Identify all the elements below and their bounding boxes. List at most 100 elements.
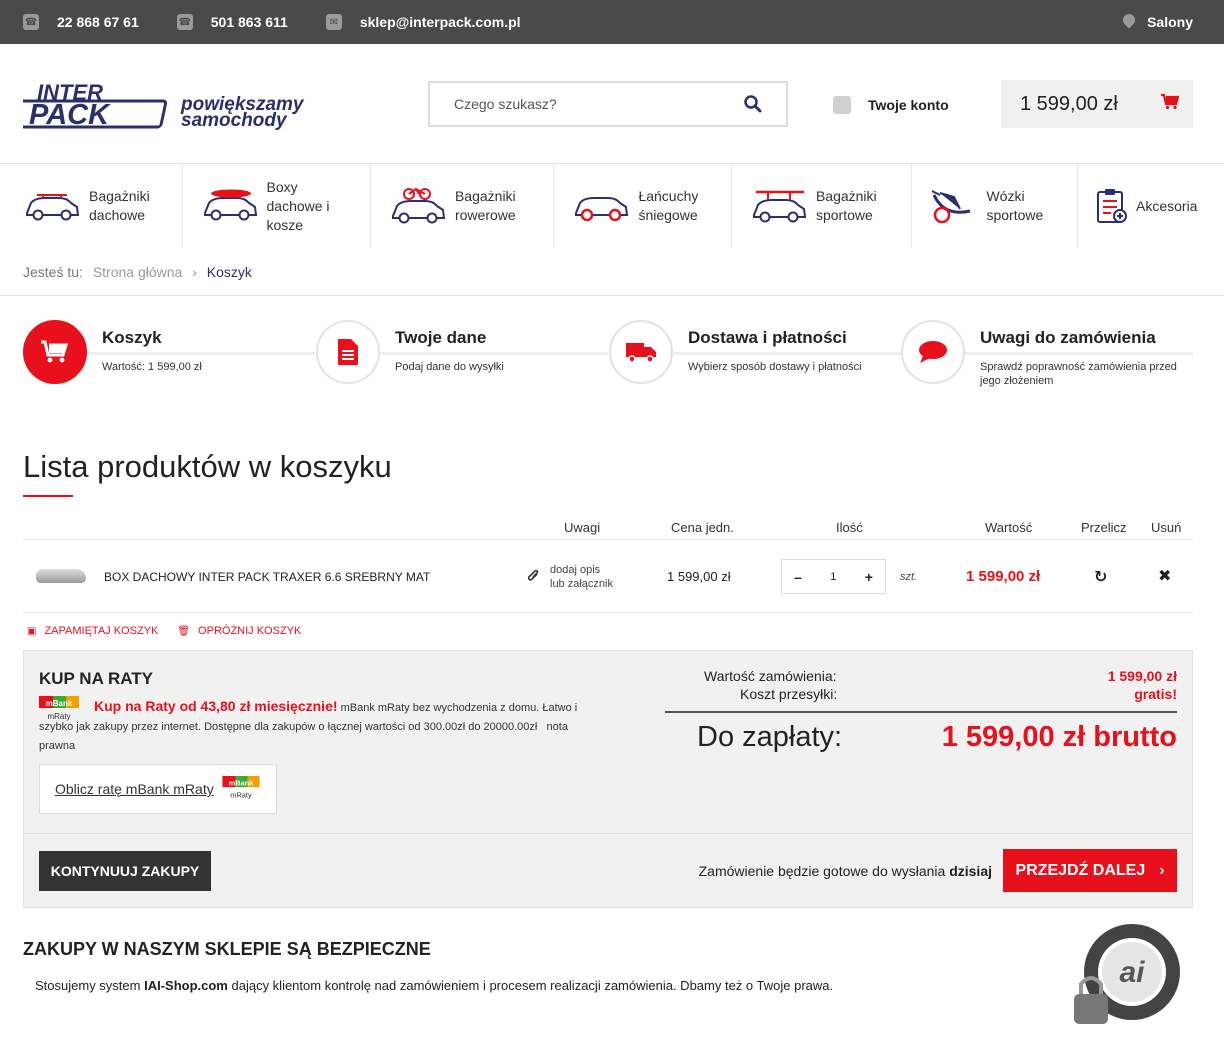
unit-price: 1 599,00 zł <box>667 569 731 584</box>
order-value-label: Wartość zamówienia: <box>704 668 837 684</box>
svg-text:ai: ai <box>1119 956 1145 989</box>
search-input[interactable]: Czego szukasz? <box>428 81 788 127</box>
phone-icon: ☎ <box>176 14 193 30</box>
svg-text:mRaty: mRaty <box>230 790 252 799</box>
cat-label: Wózki <box>986 188 1025 204</box>
document-icon <box>316 320 380 384</box>
speech-bubble-icon <box>901 320 965 384</box>
email-link[interactable]: ✉ sklep@interpack.com.pl <box>325 14 521 30</box>
step-title: Dostawa i płatności <box>688 328 855 348</box>
step-title: Koszyk <box>102 328 170 348</box>
truck-icon <box>609 320 673 384</box>
raty-description: Kup na Raty od 43,80 zł miesięcznie! mBa… <box>39 697 579 756</box>
cart-icon <box>1146 93 1193 115</box>
category-lancuchy-sniegowe[interactable]: Łańcuchy śniegowe <box>572 164 732 248</box>
table-row: BOX DACHOWY INTER PACK TRAXER 6.6 SREBRN… <box>23 541 1193 613</box>
cat-label: sportowe <box>986 207 1044 223</box>
shipping-label: Koszt przesyłki: <box>740 686 838 702</box>
quantity-value[interactable]: 1 <box>830 571 836 583</box>
category-wozki-sportowe[interactable]: Wózki sportowe <box>930 164 1078 248</box>
cat-label: dachowe <box>89 207 146 223</box>
step-dostawa[interactable]: Dostawa i płatności Wybierz sposób dosta… <box>609 320 901 400</box>
plus-button[interactable]: + <box>865 569 873 585</box>
step-twoje-dane[interactable]: Twoje dane Podaj dane do wysyłki <box>316 320 608 400</box>
step-uwagi[interactable]: Uwagi do zamówienia Sprawdź poprawność z… <box>901 320 1193 400</box>
category-bagazniki-dachowe[interactable]: Bagażniki dachowe <box>23 164 183 248</box>
step-subtitle: Podaj dane do wysyłki <box>395 361 504 373</box>
table-header: Uwagi Cena jedn. Ilość Wartość Przelicz … <box>23 518 1193 540</box>
account-label: Twoje konto <box>868 97 949 113</box>
breadcrumb-prefix: Jesteś tu: <box>23 264 83 280</box>
step-koszyk[interactable]: Koszyk Wartość: 1 599,00 zł <box>23 320 315 400</box>
cat-label: Bagażniki <box>454 188 516 204</box>
logo-slogan-2: samochody <box>181 110 288 130</box>
save-cart-label: ZAPAMIĘTAJ KOSZYK <box>44 625 159 637</box>
header-przelicz: Przelicz <box>1081 520 1127 535</box>
interpack-logo[interactable]: INTER PACK powiększamy samochody <box>23 78 353 130</box>
paperclip-icon <box>528 569 539 581</box>
sport-rack-car-icon <box>752 190 807 223</box>
minus-button[interactable]: – <box>794 569 802 585</box>
category-bagazniki-sportowe[interactable]: Bagażniki sportowe <box>750 164 913 248</box>
title-underline <box>23 495 73 497</box>
cat-label: Bagażniki <box>815 188 877 204</box>
phone2-link[interactable]: ☎ 501 863 611 <box>176 14 288 30</box>
step-line <box>965 352 1193 355</box>
account-link[interactable]: Twoje konto <box>833 96 949 114</box>
cat-label: Boxy <box>266 178 298 195</box>
page-title: Lista produktów w koszyku <box>23 449 392 484</box>
step-subtitle: Sprawdź poprawność zamówienia przed jego… <box>980 361 1177 387</box>
iai-shop-badge[interactable]: ai <box>1072 922 1182 1032</box>
category-bagazniki-rowerowe[interactable]: Bagażniki rowerowe <box>389 164 555 248</box>
summary-divider <box>665 711 1177 713</box>
map-pin-icon <box>1123 14 1135 30</box>
category-boxy-dachowe[interactable]: Boxy dachowe i kosze <box>201 164 371 248</box>
cat-label: Łańcuchy <box>638 188 699 204</box>
ready-label: Zamówienie będzie gotowe do wysłania <box>698 863 946 879</box>
close-icon[interactable]: ✖ <box>1158 566 1171 586</box>
step-line <box>380 352 608 355</box>
header-ilosc: Ilość <box>836 520 863 535</box>
save-cart-button[interactable]: ▣ ZAPAMIĘTAJ KOSZYK <box>27 625 158 637</box>
phone1-text: 22 868 67 61 <box>57 14 139 30</box>
category-nav: Bagażniki dachowe Boxy dachowe i kosze Baga… <box>0 164 1224 248</box>
calc-rate-button[interactable]: Oblicz ratę mBank mRaty mBank mRaty <box>39 764 277 814</box>
refresh-icon[interactable]: ↻ <box>1094 567 1107 587</box>
accessories-clipboard-icon <box>1097 189 1127 223</box>
product-name[interactable]: BOX DACHOWY INTER PACK TRAXER 6.6 SREBRN… <box>104 570 430 584</box>
search-icon[interactable] <box>744 95 762 113</box>
breadcrumb-home[interactable]: Strona główna <box>93 264 183 280</box>
step-line <box>673 352 901 355</box>
breadcrumb-current: Koszyk <box>206 264 252 280</box>
header-wartosc: Wartość <box>985 520 1033 535</box>
product-image[interactable] <box>36 569 86 583</box>
phone1-link[interactable]: ☎ 22 868 67 61 <box>23 14 139 30</box>
cart-button[interactable]: 1 599,00 zł <box>1001 80 1193 128</box>
chevron-right-icon: › <box>1159 861 1165 879</box>
clear-cart-button[interactable]: 🗑 OPRÓŻNIJ KOSZYK <box>177 625 301 637</box>
header-cena: Cena jedn. <box>671 520 734 535</box>
email-text: sklep@interpack.com.pl <box>359 14 521 30</box>
header-usun: Usuń <box>1151 520 1182 535</box>
safe-shopping-text: Stosujemy system IAI-Shop.com dający kli… <box>35 978 833 993</box>
salony-link[interactable]: Salony <box>1123 14 1193 30</box>
calc-rate-link[interactable]: Oblicz ratę mBank mRaty <box>55 781 214 797</box>
continue-shopping-button[interactable]: KONTYNUUJ ZAKUPY <box>39 851 211 891</box>
line-total: 1 599,00 zł <box>966 568 1041 585</box>
ready-text: Zamówienie będzie gotowe do wysłania dzi… <box>699 863 992 879</box>
envelope-icon: ✉ <box>325 14 342 30</box>
logo-pack-text: PACK <box>29 99 111 130</box>
step-title: Uwagi do zamówienia <box>980 328 1164 348</box>
cat-label: kosze <box>266 216 304 233</box>
next-step-label: PRZEJDŹ DALEJ <box>1015 861 1146 879</box>
step-line <box>87 352 315 355</box>
ready-when: dzisiaj <box>949 863 992 879</box>
snow-chains-car-icon <box>575 197 629 222</box>
category-akcesoria[interactable]: Akcesoria <box>1096 164 1206 248</box>
add-description-link[interactable]: dodaj opis lub załącznik <box>528 563 613 591</box>
pay-value: 1 599,00 zł brutto <box>941 721 1177 753</box>
cart-actions: ▣ ZAPAMIĘTAJ KOSZYK 🗑 OPRÓŻNIJ KOSZYK <box>27 625 320 637</box>
next-step-button[interactable]: PRZEJDŹ DALEJ › <box>1003 849 1177 892</box>
breadcrumb: Jesteś tu: Strona główna › Koszyk <box>23 264 252 280</box>
clear-cart-label: OPRÓŻNIJ KOSZYK <box>198 625 302 637</box>
